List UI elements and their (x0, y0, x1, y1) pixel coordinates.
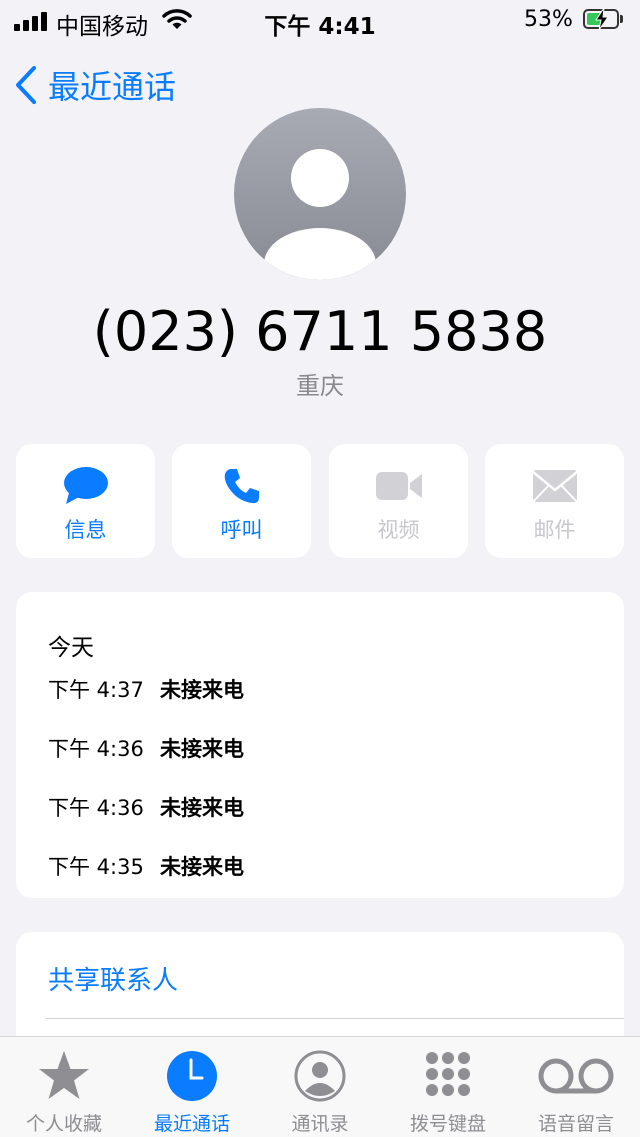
recent-calls-card: 今天 下午 4:37 未接来电 下午 4:36 未接来电 下午 4:36 未接来… (16, 592, 624, 898)
battery-percentage: 53% (524, 7, 573, 32)
phone-location: 重庆 (296, 372, 344, 400)
call-time: 下午 4:36 (48, 796, 144, 820)
action-buttons: 信息 呼叫 视频 邮件 (16, 444, 624, 558)
tab-contacts[interactable]: 通讯录 (256, 1037, 384, 1137)
tab-voicemail[interactable]: 语音留言 (512, 1037, 640, 1137)
voicemail-icon (538, 1058, 614, 1094)
contact-avatar (234, 108, 406, 280)
tab-contacts-label: 通讯录 (291, 1113, 349, 1135)
video-button[interactable]: 视频 (329, 444, 468, 558)
call-row: 下午 4:36 未接来电 (48, 733, 244, 763)
call-time: 下午 4:36 (48, 737, 144, 761)
battery-icon (583, 8, 619, 30)
star-icon (39, 1051, 89, 1099)
keypad-icon (426, 1052, 470, 1096)
battery-cap (620, 15, 623, 23)
tab-recents[interactable]: 最近通话 (128, 1037, 256, 1137)
call-type: 未接来电 (160, 678, 244, 702)
chevron-left-icon (16, 66, 36, 104)
mail-button[interactable]: 邮件 (485, 444, 624, 558)
call-row: 下午 4:37 未接来电 (48, 674, 244, 704)
call-button[interactable]: 呼叫 (172, 444, 311, 558)
tab-keypad-label: 拨号键盘 (409, 1113, 486, 1135)
status-bar: 中国移动 下午 4:41 53% (0, 0, 640, 40)
back-label: 最近通话 (48, 68, 177, 106)
phone-number: (023) 6711 5838 (92, 300, 548, 363)
tab-keypad[interactable]: 拨号键盘 (384, 1037, 512, 1137)
call-type: 未接来电 (160, 796, 244, 820)
call-type: 未接来电 (160, 737, 244, 761)
divider (46, 1018, 624, 1019)
tab-bar: 个人收藏 最近通话 通讯录 拨号键盘 语音留言 (0, 1036, 640, 1137)
call-row: 下午 4:35 未接来电 (48, 851, 244, 881)
call-type: 未接来电 (160, 855, 244, 879)
call-day-heading: 今天 (48, 635, 94, 661)
message-button[interactable]: 信息 (16, 444, 155, 558)
clock-icon (167, 1051, 217, 1101)
back-button[interactable]: 最近通话 (14, 60, 176, 110)
call-time: 下午 4:37 (48, 678, 144, 702)
share-contact-button[interactable]: 共享联系人 (48, 960, 178, 997)
person-circle-icon (294, 1050, 346, 1102)
call-row: 下午 4:36 未接来电 (48, 792, 244, 822)
video-camera-icon (375, 472, 422, 500)
video-button-label: 视频 (377, 518, 420, 542)
message-button-label: 信息 (64, 518, 107, 542)
mail-button-label: 邮件 (533, 518, 576, 542)
envelope-icon (531, 470, 578, 503)
call-time: 下午 4:35 (48, 855, 144, 879)
tab-favorites-label: 个人收藏 (25, 1113, 102, 1135)
tab-voicemail-label: 语音留言 (537, 1113, 614, 1135)
message-bubble-icon (63, 467, 108, 504)
person-silhouette-icon (264, 149, 376, 280)
tab-favorites[interactable]: 个人收藏 (0, 1037, 128, 1137)
tab-recents-label: 最近通话 (153, 1113, 230, 1135)
call-button-label: 呼叫 (220, 518, 263, 542)
phone-icon (224, 469, 259, 504)
